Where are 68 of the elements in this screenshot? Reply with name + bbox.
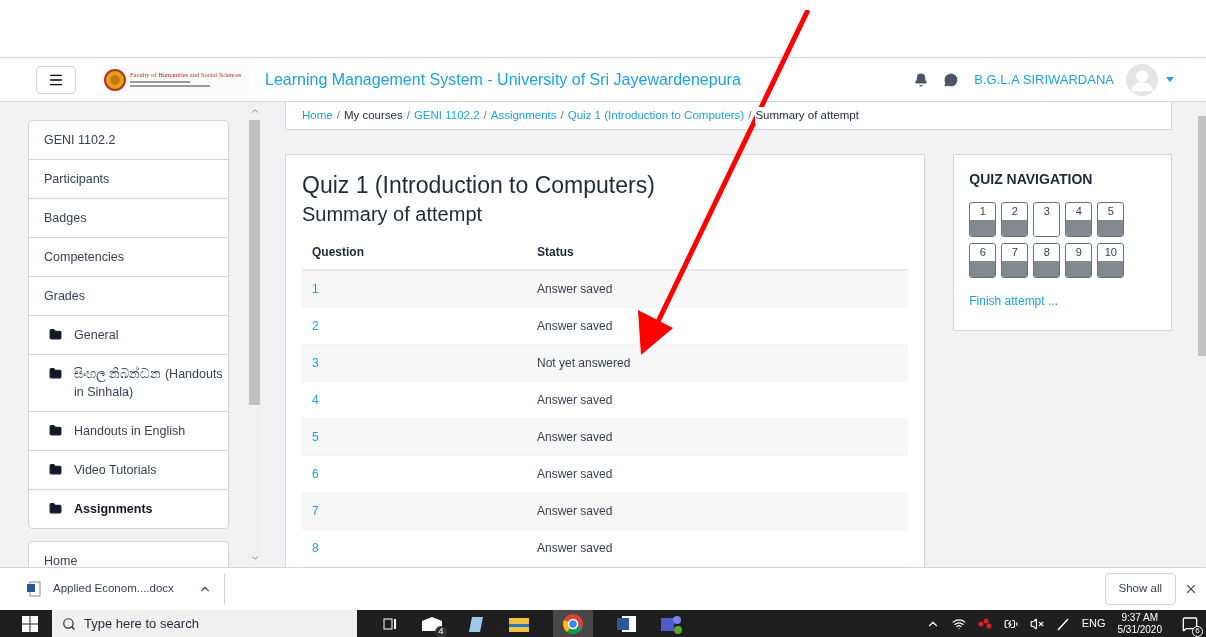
menu-button[interactable] xyxy=(36,65,76,94)
summary-heading: Summary of attempt xyxy=(302,202,484,227)
status-text: Answer saved xyxy=(537,503,613,520)
question-nav-button[interactable]: 5 xyxy=(1097,202,1125,238)
question-nav-button[interactable]: 7 xyxy=(1001,243,1029,279)
quiz-navigation-title: QUIZ NAVIGATION xyxy=(969,170,1094,190)
question-nav-button[interactable]: 6 xyxy=(969,243,997,279)
close-icon[interactable] xyxy=(1184,582,1198,596)
course-menu-item[interactable]: Competencies xyxy=(29,238,228,277)
folder-icon xyxy=(49,328,62,341)
status-text: Answer saved xyxy=(537,540,613,557)
downloaded-file-name[interactable]: Applied Econom....docx xyxy=(53,580,174,598)
windows-start-icon[interactable] xyxy=(22,615,38,632)
question-nav-button[interactable]: 3 xyxy=(1033,202,1061,238)
question-nav-button[interactable]: 8 xyxy=(1033,243,1061,279)
notepad-icon[interactable] xyxy=(467,614,485,633)
course-menu-item[interactable]: General xyxy=(29,316,228,355)
status-text: Answer saved xyxy=(537,466,613,483)
messages-icon[interactable] xyxy=(944,72,959,87)
clock[interactable]: 9:37 AM 5/31/2020 xyxy=(1117,611,1162,636)
status-text: Answer saved xyxy=(537,281,613,298)
status-text: Not yet answered xyxy=(537,355,631,372)
show-all-button[interactable]: Show all xyxy=(1104,573,1176,605)
notification-bell-icon[interactable] xyxy=(914,72,929,87)
task-view-icon[interactable] xyxy=(383,616,397,631)
folder-icon[interactable] xyxy=(509,615,529,632)
question-nav-button[interactable]: 2 xyxy=(1001,202,1029,238)
taskbar-search-field[interactable]: Type here to search xyxy=(52,610,357,637)
status-text: Answer saved xyxy=(537,429,613,446)
language-indicator[interactable]: ENG xyxy=(1081,615,1106,632)
course-menu-item[interactable]: Participants xyxy=(29,160,228,199)
folder-icon xyxy=(49,367,62,380)
emblem-icon xyxy=(104,68,126,91)
question-nav-button[interactable]: 9 xyxy=(1065,243,1093,279)
column-header: Status xyxy=(537,244,574,261)
notifications-icon[interactable] xyxy=(1182,615,1198,632)
network-icon[interactable] xyxy=(951,616,966,631)
site-menu-item[interactable]: Home xyxy=(29,542,228,567)
course-menu-item[interactable]: Grades xyxy=(29,277,228,316)
word-document-icon xyxy=(27,581,41,597)
mail-icon[interactable] xyxy=(421,615,443,632)
breadcrumb-item: Summary of attempt xyxy=(755,107,859,125)
clock-time: 9:37 AM xyxy=(1121,611,1159,624)
folder-icon xyxy=(49,463,62,476)
notification-count-badge: 6 xyxy=(1192,625,1203,637)
course-menu-item[interactable]: සිංහල නිබන්ධන (Handouts in Sinhala) xyxy=(29,355,228,412)
course-menu-item[interactable]: GENI 1102.2 xyxy=(29,121,228,160)
tray-app-icon[interactable] xyxy=(977,617,992,630)
clock-date: 5/31/2020 xyxy=(1117,623,1162,636)
folder-icon xyxy=(49,424,62,437)
question-nav-button[interactable]: 10 xyxy=(1097,243,1125,279)
column-header: Question xyxy=(311,244,365,261)
dropdown-caret-icon[interactable] xyxy=(1166,77,1174,82)
muted-speaker-icon[interactable] xyxy=(1029,616,1044,631)
search-icon xyxy=(62,616,76,631)
course-menu-item[interactable]: Video Tutorials xyxy=(29,451,228,490)
question-nav-button[interactable]: 4 xyxy=(1065,202,1093,238)
question-nav-button[interactable]: 1 xyxy=(969,202,997,238)
word-app-icon[interactable] xyxy=(617,614,637,633)
teams-app-icon[interactable] xyxy=(661,613,683,634)
quiz-title: Quiz 1 (Introduction to Computers) xyxy=(302,171,656,200)
folder-icon xyxy=(49,502,62,515)
course-menu-item[interactable]: Assignments xyxy=(29,490,228,528)
status-text: Answer saved xyxy=(537,318,613,335)
browser-icon[interactable] xyxy=(563,613,583,634)
course-menu-item[interactable]: Handouts in English xyxy=(29,412,228,451)
status-text: Answer saved xyxy=(537,392,613,409)
course-menu-item[interactable]: Badges xyxy=(29,199,228,238)
